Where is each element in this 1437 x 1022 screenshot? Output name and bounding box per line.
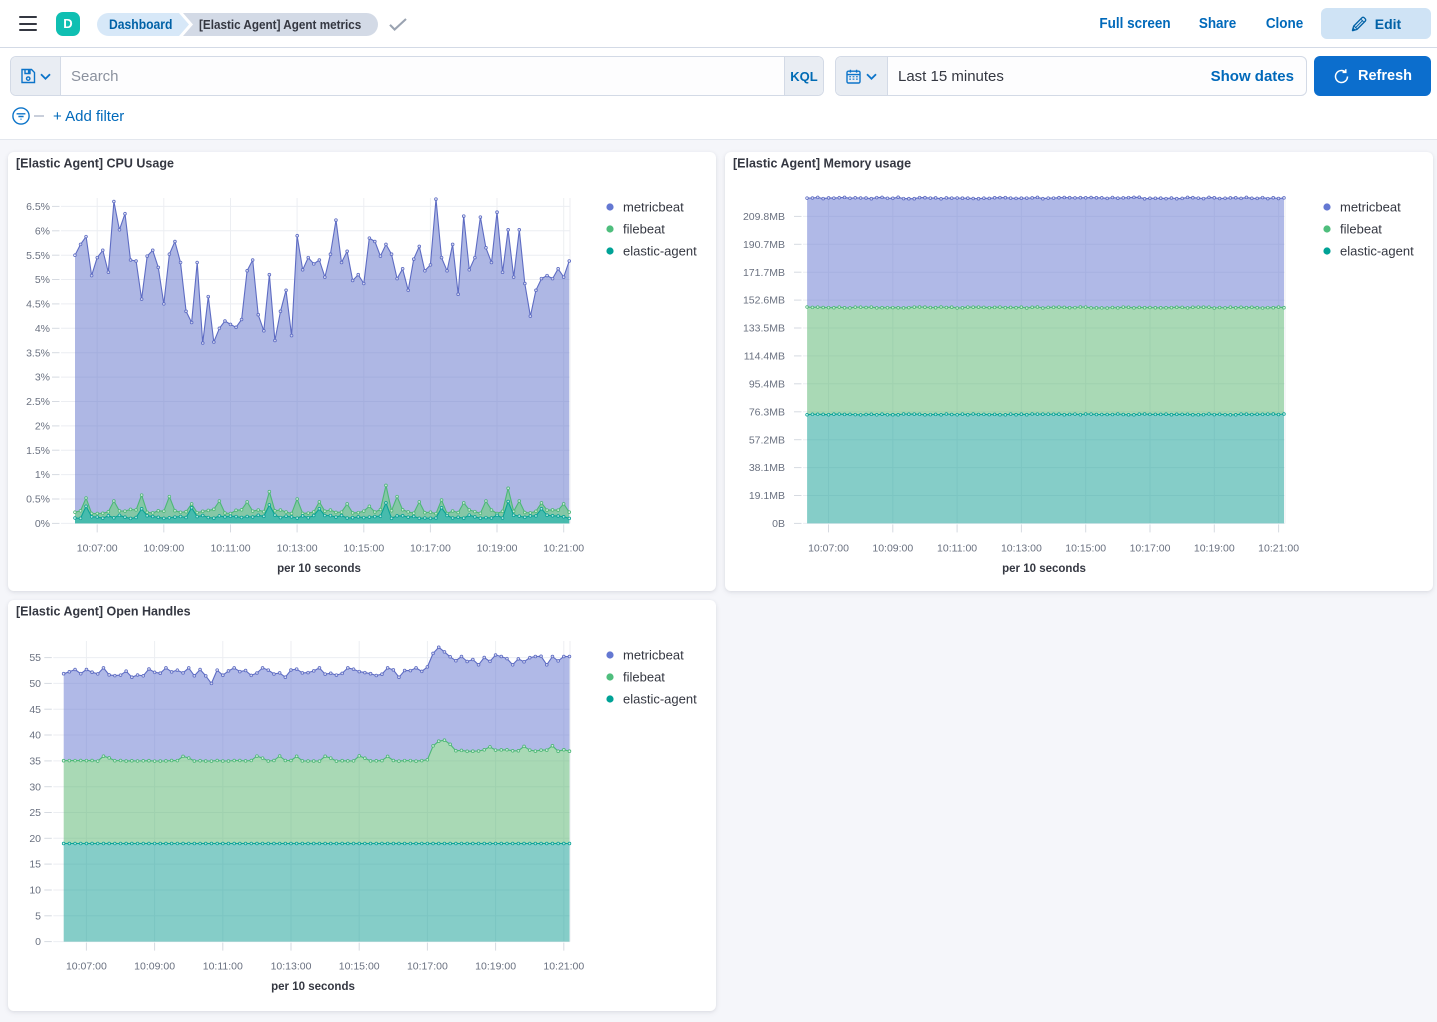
svg-text:10:15:00: 10:15:00 xyxy=(1065,543,1106,555)
svg-text:55: 55 xyxy=(29,652,41,664)
svg-text:10:19:00: 10:19:00 xyxy=(475,961,516,973)
svg-text:30: 30 xyxy=(29,781,41,793)
svg-text:190.7MB: 190.7MB xyxy=(743,239,785,251)
svg-text:5: 5 xyxy=(35,910,41,922)
svg-text:10:17:00: 10:17:00 xyxy=(407,961,448,973)
svg-text:10:09:00: 10:09:00 xyxy=(134,961,175,973)
svg-text:6.5%: 6.5% xyxy=(26,201,50,213)
svg-text:5.5%: 5.5% xyxy=(26,250,50,262)
svg-text:filebeat: filebeat xyxy=(1340,221,1382,236)
svg-text:114.4MB: 114.4MB xyxy=(744,351,785,363)
svg-text:50: 50 xyxy=(29,678,41,690)
svg-text:3.5%: 3.5% xyxy=(26,347,50,359)
svg-text:1.5%: 1.5% xyxy=(26,445,50,457)
svg-text:10:07:00: 10:07:00 xyxy=(808,543,849,555)
svg-text:0: 0 xyxy=(35,936,41,948)
svg-text:2%: 2% xyxy=(35,421,50,433)
svg-text:20: 20 xyxy=(29,833,41,845)
svg-text:metricbeat: metricbeat xyxy=(623,199,684,214)
svg-text:0.5%: 0.5% xyxy=(26,494,50,506)
svg-text:10:19:00: 10:19:00 xyxy=(1194,543,1235,555)
svg-text:metricbeat: metricbeat xyxy=(623,647,684,662)
svg-text:133.5MB: 133.5MB xyxy=(743,323,785,335)
svg-text:25: 25 xyxy=(29,807,41,819)
svg-text:[Elastic Agent] CPU Usage: [Elastic Agent] CPU Usage xyxy=(16,157,174,171)
svg-text:0B: 0B xyxy=(772,518,785,530)
svg-text:10:11:00: 10:11:00 xyxy=(203,961,243,973)
svg-text:35: 35 xyxy=(29,756,41,768)
svg-text:15: 15 xyxy=(29,859,41,871)
svg-text:10:09:00: 10:09:00 xyxy=(143,543,184,555)
svg-text:10:21:00: 10:21:00 xyxy=(543,961,584,973)
svg-text:per 10 seconds: per 10 seconds xyxy=(277,563,361,575)
svg-text:10:13:00: 10:13:00 xyxy=(1001,543,1042,555)
svg-text:76.3MB: 76.3MB xyxy=(749,406,785,418)
svg-text:4%: 4% xyxy=(35,323,50,335)
svg-text:152.6MB: 152.6MB xyxy=(743,295,785,307)
svg-text:57.2MB: 57.2MB xyxy=(749,434,785,446)
svg-text:2.5%: 2.5% xyxy=(26,396,50,408)
svg-text:elastic-agent: elastic-agent xyxy=(623,243,697,258)
svg-text:6%: 6% xyxy=(35,225,50,237)
svg-text:10:17:00: 10:17:00 xyxy=(1130,543,1171,555)
svg-text:per 10 seconds: per 10 seconds xyxy=(1002,563,1086,575)
svg-text:40: 40 xyxy=(29,730,41,742)
svg-text:10:11:00: 10:11:00 xyxy=(210,543,250,555)
svg-text:19.1MB: 19.1MB xyxy=(749,490,785,502)
svg-text:5%: 5% xyxy=(35,274,50,286)
svg-text:10:13:00: 10:13:00 xyxy=(271,961,312,973)
svg-text:elastic-agent: elastic-agent xyxy=(623,691,697,706)
svg-text:10:15:00: 10:15:00 xyxy=(343,543,384,555)
svg-text:10:13:00: 10:13:00 xyxy=(277,543,318,555)
svg-text:10:17:00: 10:17:00 xyxy=(410,543,451,555)
svg-text:10:21:00: 10:21:00 xyxy=(543,543,584,555)
svg-text:4.5%: 4.5% xyxy=(26,299,50,311)
svg-text:[Elastic Agent] Memory usage: [Elastic Agent] Memory usage xyxy=(733,157,911,171)
svg-text:10:11:00: 10:11:00 xyxy=(937,543,977,555)
svg-text:1%: 1% xyxy=(35,469,50,481)
svg-text:per 10 seconds: per 10 seconds xyxy=(271,981,355,993)
svg-text:10:19:00: 10:19:00 xyxy=(477,543,518,555)
svg-text:38.1MB: 38.1MB xyxy=(749,462,785,474)
svg-text:metricbeat: metricbeat xyxy=(1340,199,1401,214)
svg-text:10: 10 xyxy=(29,885,41,897)
svg-text:elastic-agent: elastic-agent xyxy=(1340,243,1414,258)
svg-text:10:07:00: 10:07:00 xyxy=(77,543,118,555)
svg-text:10:15:00: 10:15:00 xyxy=(339,961,380,973)
svg-text:filebeat: filebeat xyxy=(623,221,665,236)
svg-text:filebeat: filebeat xyxy=(623,669,665,684)
svg-text:45: 45 xyxy=(29,704,41,716)
svg-text:171.7MB: 171.7MB xyxy=(743,267,785,279)
svg-text:10:21:00: 10:21:00 xyxy=(1258,543,1299,555)
svg-text:10:07:00: 10:07:00 xyxy=(66,961,107,973)
svg-text:3%: 3% xyxy=(35,372,50,384)
svg-text:95.4MB: 95.4MB xyxy=(749,378,785,390)
svg-text:10:09:00: 10:09:00 xyxy=(872,543,913,555)
svg-text:209.8MB: 209.8MB xyxy=(743,211,785,223)
svg-text:0%: 0% xyxy=(35,518,50,530)
svg-text:[Elastic Agent] Open Handles: [Elastic Agent] Open Handles xyxy=(16,605,191,619)
